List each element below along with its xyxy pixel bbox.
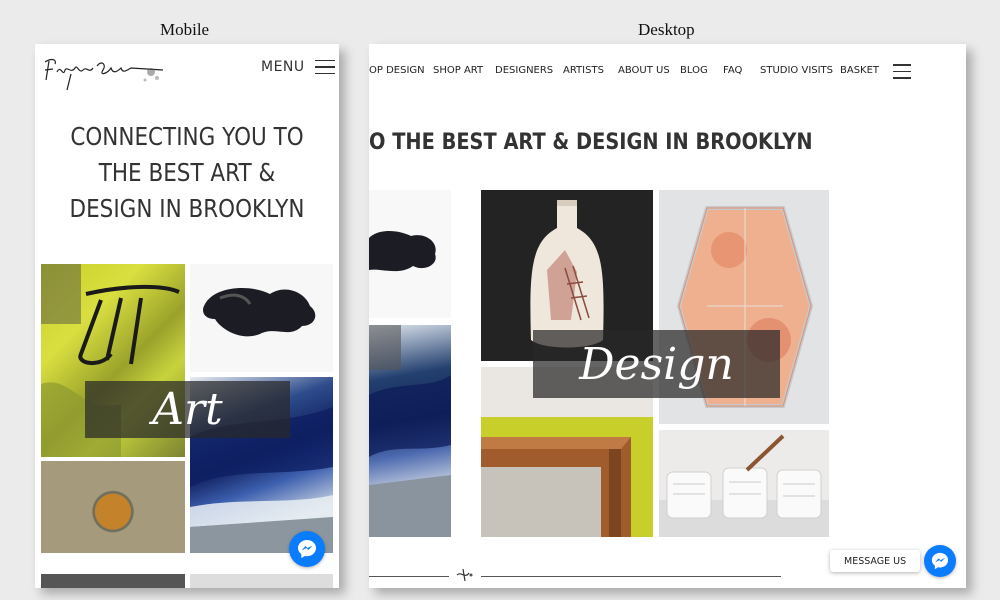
footer-divider-left xyxy=(369,576,449,577)
nav-item-basket[interactable]: BASKET xyxy=(840,65,879,76)
message-us-button[interactable]: MESSAGE US xyxy=(830,550,921,572)
nav-item-artists[interactable]: ARTISTS xyxy=(563,65,604,76)
art-tile-ink-blot[interactable] xyxy=(369,190,451,318)
nav-item-faq[interactable]: FAQ xyxy=(723,65,742,76)
nav-item-studio-visits[interactable]: STUDIO VISITS xyxy=(760,65,833,76)
footer-logo-mark-icon xyxy=(456,568,473,582)
hamburger-icon xyxy=(314,59,335,75)
menu-label: MENU xyxy=(261,59,305,75)
footer-divider-right xyxy=(481,576,781,577)
desktop-screenshot: OP DESIGN SHOP ART DESIGNERS ARTISTS ABO… xyxy=(369,44,966,588)
messenger-button[interactable] xyxy=(924,545,956,577)
page-headline: O THE BEST ART & DESIGN IN BROOKLYN xyxy=(369,130,813,155)
messenger-icon xyxy=(931,552,949,570)
art-tile-manhole[interactable] xyxy=(41,461,185,553)
art-tile-ink-blot[interactable] xyxy=(190,264,333,372)
messenger-button[interactable] xyxy=(289,531,325,567)
hamburger-icon[interactable] xyxy=(893,64,911,79)
art-tile-blue-wave[interactable] xyxy=(369,325,451,537)
nav-item-about-us[interactable]: ABOUT US xyxy=(618,65,670,76)
nav-item-blog[interactable]: BLOG xyxy=(680,65,708,76)
messenger-icon xyxy=(298,540,316,558)
nav-item-shop-art[interactable]: SHOP ART xyxy=(433,65,483,76)
site-logo[interactable] xyxy=(41,50,167,94)
art-tile-partial-1[interactable] xyxy=(41,574,185,588)
mobile-screenshot: MENU CONNECTING YOU TO THE BEST ART & DE… xyxy=(35,44,339,588)
mobile-caption: Mobile xyxy=(160,20,210,39)
nav-item-designers[interactable]: DESIGNERS xyxy=(495,65,553,76)
design-tile-ceramic-cups[interactable] xyxy=(659,430,829,537)
art-category-label[interactable]: Art xyxy=(85,381,290,438)
menu-button[interactable]: MENU xyxy=(261,59,335,75)
art-tile-partial-2[interactable] xyxy=(190,574,333,588)
nav-item-shop-design[interactable]: OP DESIGN xyxy=(369,65,425,76)
design-category-label[interactable]: Design xyxy=(533,330,780,398)
page-headline: CONNECTING YOU TO THE BEST ART & DESIGN … xyxy=(69,122,305,223)
desktop-caption: Desktop xyxy=(638,20,695,39)
